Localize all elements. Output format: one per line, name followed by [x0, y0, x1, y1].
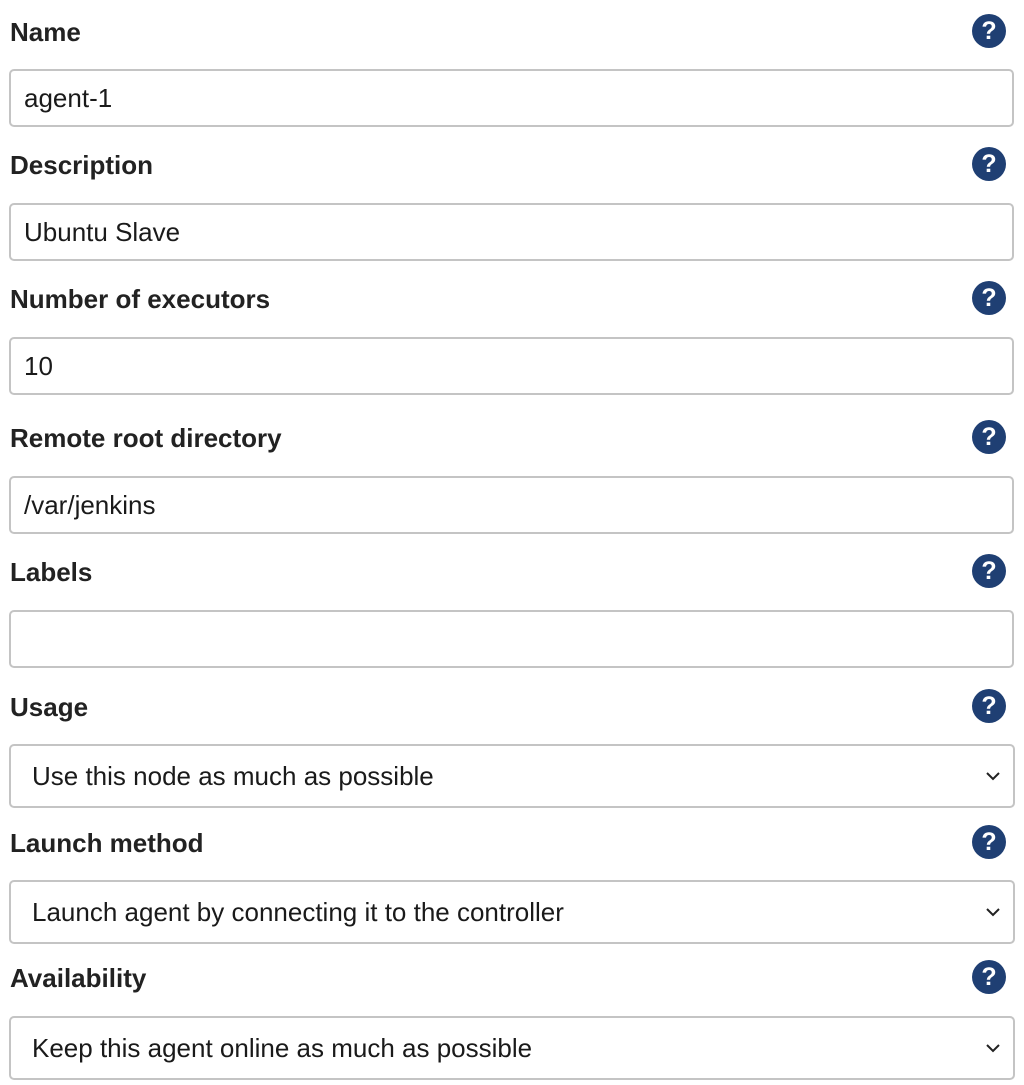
labels-input[interactable] — [9, 610, 1014, 668]
chevron-down-icon — [986, 1044, 1000, 1053]
usage-label: Usage — [10, 692, 89, 722]
labels-label: Labels — [10, 557, 93, 587]
remote-root-input[interactable] — [9, 476, 1014, 534]
executors-help-icon[interactable]: ? — [972, 281, 1006, 315]
launch-method-selected-value: Launch agent by connecting it to the con… — [32, 897, 564, 927]
availability-select[interactable]: Keep this agent online as much as possib… — [9, 1016, 1015, 1080]
remote-root-help-icon[interactable]: ? — [972, 420, 1006, 454]
usage-selected-value: Use this node as much as possible — [32, 761, 434, 791]
remote-root-label: Remote root directory — [10, 423, 282, 453]
launch-method-help-icon[interactable]: ? — [972, 825, 1006, 859]
chevron-down-icon — [986, 908, 1000, 917]
name-label: Name — [10, 17, 81, 47]
launch-method-label: Launch method — [10, 828, 204, 858]
executors-input[interactable] — [9, 337, 1014, 395]
availability-selected-value: Keep this agent online as much as possib… — [32, 1033, 533, 1063]
executors-label: Number of executors — [10, 284, 271, 314]
availability-help-icon[interactable]: ? — [972, 960, 1006, 994]
usage-help-icon[interactable]: ? — [972, 689, 1006, 723]
name-input[interactable] — [9, 69, 1014, 127]
description-help-icon[interactable]: ? — [972, 147, 1006, 181]
availability-label: Availability — [10, 963, 147, 993]
usage-select[interactable]: Use this node as much as possible — [9, 744, 1015, 808]
name-help-icon[interactable]: ? — [972, 14, 1006, 48]
chevron-down-icon — [986, 772, 1000, 781]
description-input[interactable] — [9, 203, 1014, 261]
description-label: Description — [10, 150, 154, 180]
labels-help-icon[interactable]: ? — [972, 554, 1006, 588]
launch-method-select[interactable]: Launch agent by connecting it to the con… — [9, 880, 1015, 944]
